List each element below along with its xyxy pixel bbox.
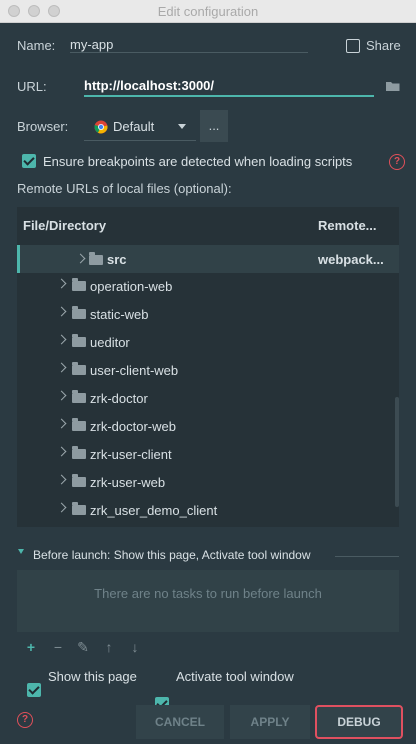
folder-icon — [72, 418, 86, 431]
chevron-right-icon[interactable] — [56, 502, 67, 513]
before-launch-label[interactable]: Before launch: Show this page, Activate … — [33, 548, 311, 562]
file-name: zrk-user-web — [90, 475, 166, 490]
apply-button[interactable]: APPLY — [230, 705, 310, 739]
table-row[interactable]: static-web — [17, 301, 399, 329]
chevron-right-icon[interactable] — [56, 474, 67, 485]
folder-icon — [72, 502, 86, 515]
show-page-label: Show this page — [48, 669, 137, 684]
chrome-icon — [94, 120, 108, 134]
share-label: Share — [366, 38, 401, 53]
browser-select[interactable]: Default — [84, 112, 196, 141]
chevron-right-icon[interactable] — [56, 362, 67, 373]
remote-urls-label: Remote URLs of local files (optional): — [17, 181, 232, 196]
file-name: ueditor — [90, 335, 130, 350]
cancel-button[interactable]: CANCEL — [136, 705, 224, 739]
breakpoints-checkbox[interactable] — [22, 154, 36, 168]
file-name: zrk-user-client — [90, 447, 172, 462]
url-input[interactable] — [84, 78, 374, 97]
browser-more-button[interactable]: ... — [200, 110, 228, 142]
edit-task-icon[interactable]: ✎ — [76, 640, 90, 654]
url-label: URL: — [17, 79, 47, 94]
table-row[interactable]: zrk_user_demo_client — [17, 497, 399, 525]
show-page-checkbox[interactable] — [27, 683, 41, 697]
column-header-file-directory[interactable]: File/Directory — [23, 218, 106, 233]
remove-task-icon[interactable]: − — [51, 640, 65, 654]
chevron-right-icon[interactable] — [56, 446, 67, 457]
move-down-icon[interactable]: ↓ — [128, 640, 142, 654]
folder-icon — [72, 306, 86, 319]
folder-open-icon[interactable] — [385, 80, 401, 92]
table-scrollbar[interactable] — [395, 397, 399, 507]
table-row[interactable]: src webpack... — [17, 245, 399, 273]
file-name: operation-web — [90, 279, 173, 294]
activate-tool-window-label: Activate tool window — [176, 669, 294, 684]
file-name: zrk-doctor-web — [90, 419, 176, 434]
name-label: Name: — [17, 38, 56, 53]
file-name: user-client-web — [90, 363, 179, 378]
chevron-right-icon[interactable] — [75, 253, 86, 264]
browser-select-value: Default — [113, 119, 155, 134]
table-row[interactable]: user-client-web — [17, 357, 399, 385]
column-header-remote[interactable]: Remote... — [318, 218, 377, 233]
remote-url: webpack... — [318, 252, 384, 267]
browser-label: Browser: — [17, 119, 69, 134]
folder-icon — [72, 446, 86, 459]
chevron-right-icon[interactable] — [56, 390, 67, 401]
folder-icon — [72, 334, 86, 347]
folder-icon — [72, 390, 86, 403]
help-icon[interactable]: ? — [17, 712, 33, 728]
table-row[interactable]: zrk-doctor — [17, 385, 399, 413]
table-row[interactable]: operation-web — [17, 273, 399, 301]
name-input[interactable] — [70, 37, 308, 53]
chevron-right-icon[interactable] — [56, 334, 67, 345]
file-name: zrk_user_demo_client — [90, 503, 218, 518]
section-divider — [335, 556, 399, 557]
window-titlebar: Edit configuration — [0, 0, 416, 23]
add-task-icon[interactable]: + — [24, 640, 38, 654]
collapse-arrow-icon[interactable] — [18, 549, 24, 554]
table-row[interactable]: ueditor — [17, 329, 399, 357]
empty-tasks-message: There are no tasks to run before launch — [94, 586, 322, 601]
file-name: static-web — [90, 307, 149, 322]
chevron-right-icon[interactable] — [56, 306, 67, 317]
file-name: src — [107, 252, 127, 267]
dropdown-arrow-icon — [178, 124, 186, 129]
help-icon[interactable]: ? — [389, 154, 405, 170]
file-mapping-table: File/Directory Remote... src webpack... … — [17, 207, 399, 527]
table-row[interactable]: zrk-user-client — [17, 441, 399, 469]
chevron-right-icon[interactable] — [56, 278, 67, 289]
debug-button[interactable]: DEBUG — [315, 705, 403, 739]
table-row[interactable]: zrk-user-web — [17, 469, 399, 497]
move-up-icon[interactable]: ↑ — [102, 640, 116, 654]
share-checkbox[interactable] — [346, 39, 360, 53]
table-header: File/Directory Remote... — [17, 207, 399, 243]
breakpoints-label: Ensure breakpoints are detected when loa… — [43, 154, 353, 169]
file-name: zrk-doctor — [90, 391, 148, 406]
before-launch-task-list: There are no tasks to run before launch — [17, 570, 399, 632]
window-title: Edit configuration — [157, 4, 259, 19]
table-row[interactable]: zrk-doctor-web — [17, 413, 399, 441]
folder-icon — [72, 362, 86, 375]
folder-icon — [72, 474, 86, 487]
chevron-right-icon[interactable] — [56, 418, 67, 429]
folder-icon — [72, 278, 86, 291]
folder-icon — [89, 252, 103, 265]
